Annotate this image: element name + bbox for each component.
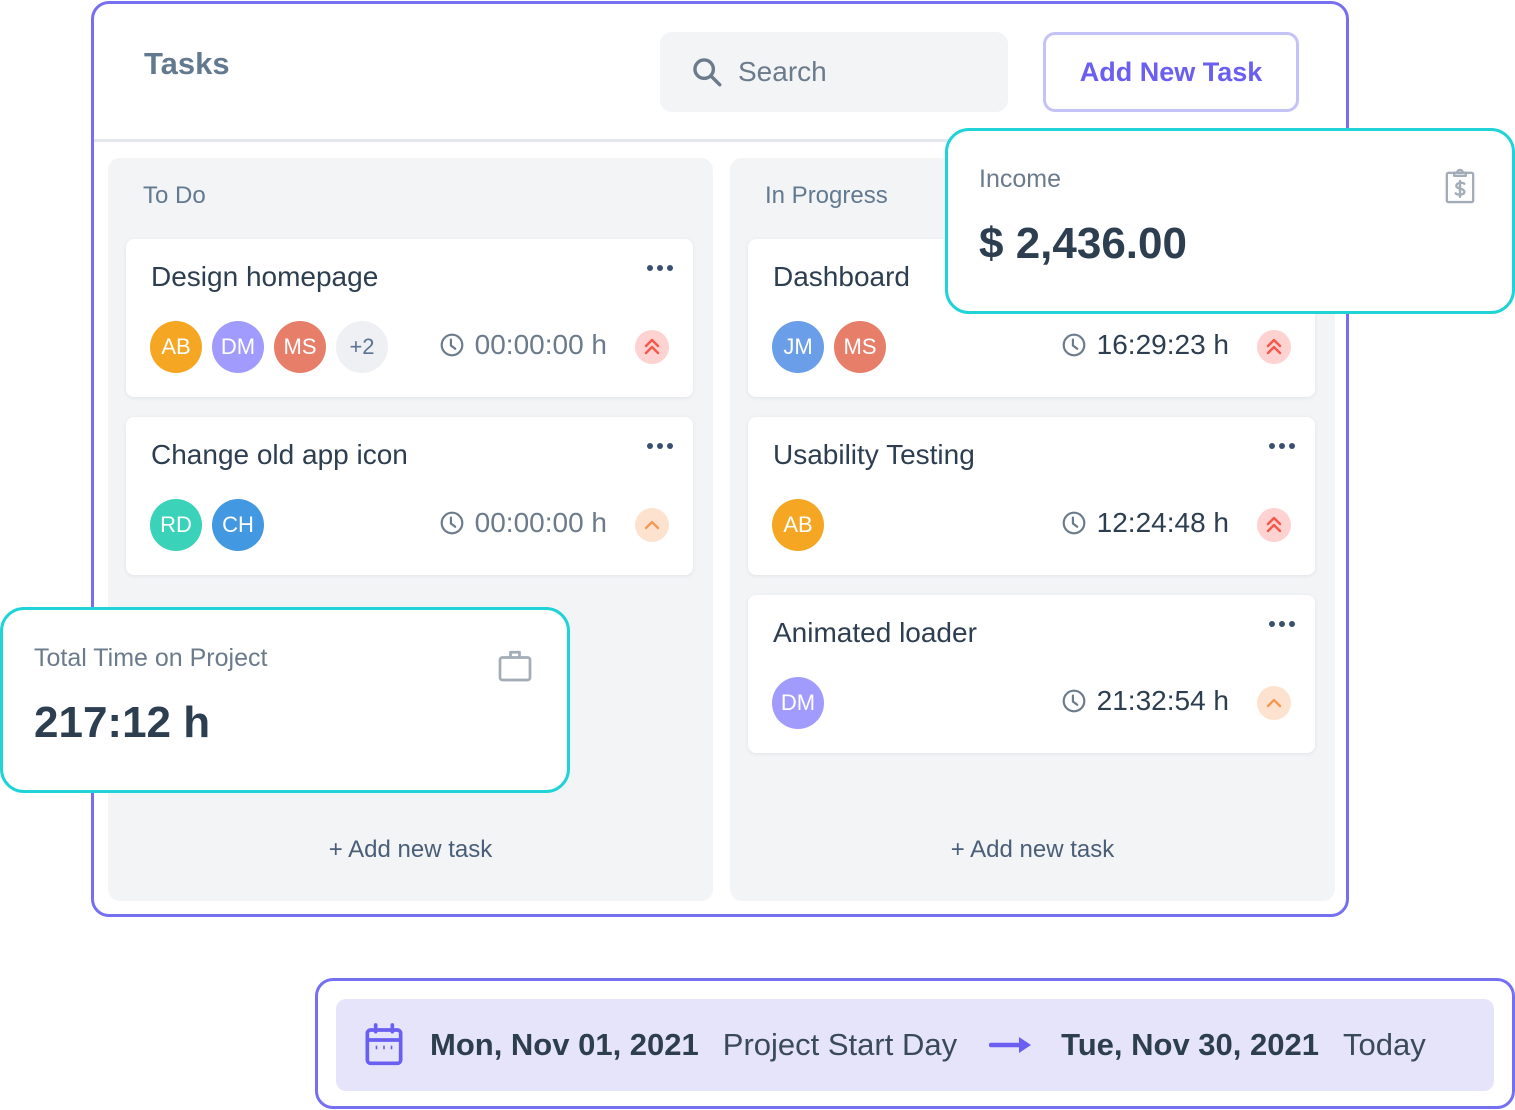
clock-icon [440, 511, 464, 535]
date-range-bar: Mon, Nov 01, 2021 Project Start Day Tue,… [336, 999, 1494, 1091]
search-icon [693, 58, 722, 87]
arrow-right-icon [989, 1037, 1032, 1053]
time-value: 00:00:00 h [474, 507, 607, 538]
time-value: 00:00:00 h [474, 329, 607, 360]
avatar[interactable]: CH [212, 499, 264, 551]
income-label: Income [979, 165, 1061, 193]
add-new-task-link[interactable]: + Add new task [108, 836, 713, 864]
assignees: JM MS [772, 321, 886, 373]
priority-high-badge [1257, 508, 1291, 542]
time-value: 12:24:48 h [1096, 507, 1229, 538]
task-card[interactable]: Usability Testing AB 12:24:48 h [748, 417, 1315, 575]
add-new-task-button[interactable]: Add New Task [1043, 32, 1299, 112]
avatar[interactable]: MS [274, 321, 326, 373]
column-title: In Progress [765, 182, 888, 209]
more-options-icon[interactable] [1269, 443, 1295, 449]
assignees: AB [772, 499, 824, 551]
add-new-task-link[interactable]: + Add new task [730, 836, 1335, 864]
calendar-icon [365, 1023, 403, 1066]
priority-high-badge [635, 330, 669, 364]
income-card: Income $ 2,436.00 [945, 128, 1515, 314]
avatar[interactable]: RD [150, 499, 202, 551]
task-title: Dashboard [773, 261, 910, 292]
total-time-label: Total Time on Project [34, 644, 268, 672]
more-options-icon[interactable] [647, 443, 673, 449]
end-date-label: Today [1342, 1027, 1426, 1062]
search-input[interactable] [738, 56, 998, 88]
double-chevron-up-icon [644, 338, 660, 355]
time-tracked: 00:00:00 h [439, 329, 607, 361]
avatar[interactable]: JM [772, 321, 824, 373]
task-card[interactable]: Design homepage AB DM MS +2 00:00:00 h [126, 239, 693, 397]
chevron-up-icon [1266, 698, 1282, 708]
time-tracked: 16:29:23 h [1061, 329, 1229, 361]
total-time-card: Total Time on Project 217:12 h [0, 607, 570, 793]
more-options-icon[interactable] [1269, 621, 1295, 627]
column-title: To Do [143, 182, 206, 209]
assignees: RD CH [150, 499, 264, 551]
task-title: Usability Testing [773, 439, 975, 470]
priority-medium-badge [1257, 686, 1291, 720]
start-date-label: Project Start Day [722, 1027, 958, 1062]
task-card[interactable]: Animated loader DM 21:32:54 h [748, 595, 1315, 753]
avatar[interactable]: DM [772, 677, 824, 729]
time-tracked: 00:00:00 h [439, 507, 607, 539]
chevron-up-icon [644, 520, 660, 530]
task-title: Animated loader [773, 617, 977, 648]
assignees: AB DM MS +2 [150, 321, 388, 373]
task-title: Change old app icon [151, 439, 408, 470]
start-date: Mon, Nov 01, 2021 [430, 1027, 699, 1062]
double-chevron-up-icon [1266, 338, 1282, 355]
time-value: 16:29:23 h [1096, 329, 1229, 360]
more-options-icon[interactable] [647, 265, 673, 271]
page-title: Tasks [144, 46, 230, 81]
search-box[interactable] [660, 32, 1008, 112]
time-value: 21:32:54 h [1096, 685, 1229, 716]
priority-medium-badge [635, 508, 669, 542]
extra-assignees-badge[interactable]: +2 [336, 321, 388, 373]
avatar[interactable]: DM [212, 321, 264, 373]
clock-icon [1062, 689, 1086, 713]
income-value: $ 2,436.00 [979, 219, 1187, 268]
time-tracked: 12:24:48 h [1061, 507, 1229, 539]
priority-high-badge [1257, 330, 1291, 364]
avatar[interactable]: AB [150, 321, 202, 373]
briefcase-icon [498, 650, 532, 682]
date-range-panel: Mon, Nov 01, 2021 Project Start Day Tue,… [315, 978, 1515, 1109]
time-tracked: 21:32:54 h [1061, 685, 1229, 717]
assignees: DM [772, 677, 824, 729]
avatar[interactable]: MS [834, 321, 886, 373]
clock-icon [1062, 333, 1086, 357]
clipboard-dollar-icon [1445, 168, 1475, 204]
task-card[interactable]: Change old app icon RD CH 00:00:00 h [126, 417, 693, 575]
avatar[interactable]: AB [772, 499, 824, 551]
clock-icon [440, 333, 464, 357]
double-chevron-up-icon [1266, 516, 1282, 533]
end-date: Tue, Nov 30, 2021 [1061, 1027, 1319, 1062]
task-title: Design homepage [151, 261, 379, 292]
clock-icon [1062, 511, 1086, 535]
total-time-value: 217:12 h [34, 698, 211, 747]
